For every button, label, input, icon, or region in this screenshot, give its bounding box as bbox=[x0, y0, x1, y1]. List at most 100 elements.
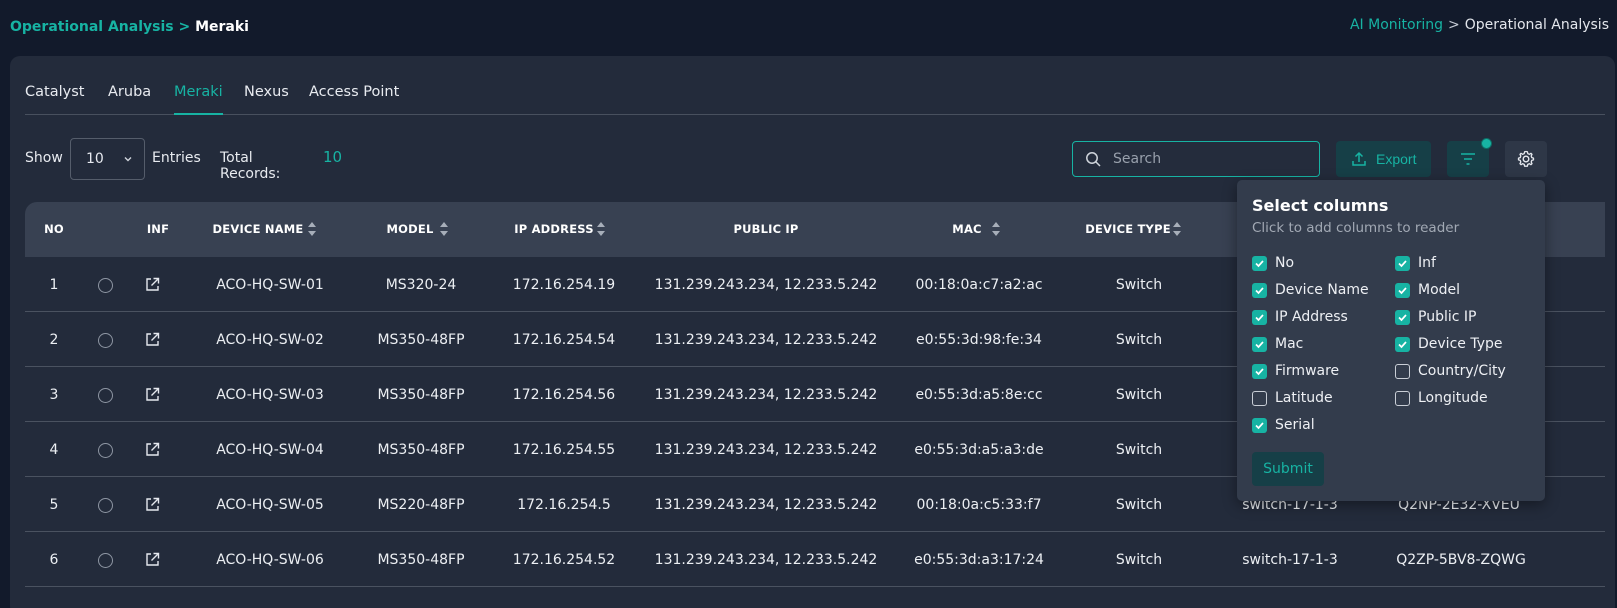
column-option-label: Serial bbox=[1275, 417, 1315, 433]
filter-icon bbox=[1461, 153, 1475, 165]
column-picker-subtitle: Click to add columns to reader bbox=[1252, 220, 1460, 236]
column-option-label: Inf bbox=[1418, 255, 1436, 271]
cell-no: 2 bbox=[49, 332, 59, 348]
column-option-label: Device Name bbox=[1275, 282, 1369, 298]
cell-public-ip: 131.239.243.234, 12.233.5.242 bbox=[654, 497, 878, 513]
checkbox-checked[interactable] bbox=[1252, 364, 1267, 379]
row-select-radio[interactable] bbox=[98, 443, 113, 458]
cell-device-name: ACO-HQ-SW-02 bbox=[216, 332, 324, 348]
show-label: Show bbox=[25, 150, 63, 166]
checkbox-checked[interactable] bbox=[1252, 337, 1267, 352]
breadcrumb-ai-monitoring-link[interactable]: AI Monitoring bbox=[1350, 17, 1443, 33]
row-select-radio[interactable] bbox=[98, 498, 113, 513]
search-icon bbox=[1086, 152, 1101, 167]
tab-access-point[interactable]: Access Point bbox=[309, 84, 399, 115]
external-link-icon[interactable] bbox=[145, 552, 160, 567]
breadcrumb-parent-link[interactable]: Operational Analysis bbox=[10, 19, 174, 35]
row-select-radio[interactable] bbox=[98, 278, 113, 293]
checkbox-unchecked[interactable] bbox=[1252, 391, 1267, 406]
search-input[interactable] bbox=[1113, 148, 1313, 170]
total-records-value: 10 bbox=[323, 148, 343, 166]
tab-catalyst[interactable]: Catalyst bbox=[25, 84, 84, 115]
row-select-radio[interactable] bbox=[98, 333, 113, 348]
checkbox-checked[interactable] bbox=[1252, 283, 1267, 298]
page-breadcrumb: AI Monitoring > Operational Analysis bbox=[1350, 17, 1609, 33]
cell-ip-address: 172.16.254.56 bbox=[512, 387, 616, 403]
cell-device-name: ACO-HQ-SW-06 bbox=[216, 552, 324, 568]
submit-button[interactable]: Submit bbox=[1252, 452, 1324, 486]
cell-device-type: Switch bbox=[1115, 387, 1163, 403]
cell-mac: 00:18:0a:c7:a2:ac bbox=[915, 277, 1043, 293]
cell-device-type: Switch bbox=[1115, 497, 1163, 513]
sort-icon[interactable] bbox=[596, 221, 606, 237]
cell-no: 5 bbox=[49, 497, 59, 513]
cell-device-name: ACO-HQ-SW-03 bbox=[216, 387, 324, 403]
cell-device-type: Switch bbox=[1115, 552, 1163, 568]
checkbox-checked[interactable] bbox=[1395, 256, 1410, 271]
cell-ip-address: 172.16.254.5 bbox=[517, 497, 611, 513]
column-option-label: Firmware bbox=[1275, 363, 1340, 379]
table-row[interactable]: 6 ACO-HQ-SW-06 MS350-48FP 172.16.254.52 … bbox=[25, 532, 1605, 587]
checkmark-icon bbox=[1255, 422, 1264, 430]
column-picker-popup: Select columns Click to add columns to r… bbox=[1237, 180, 1545, 501]
external-link-icon[interactable] bbox=[145, 387, 160, 402]
cell-public-ip: 131.239.243.234, 12.233.5.242 bbox=[654, 277, 878, 293]
cell-no: 6 bbox=[49, 552, 59, 568]
checkbox-checked[interactable] bbox=[1252, 256, 1267, 271]
checkbox-checked[interactable] bbox=[1395, 310, 1410, 325]
cell-firmware: switch-17-1-3 bbox=[1242, 552, 1338, 568]
column-option-label: Model bbox=[1418, 282, 1461, 298]
checkmark-icon bbox=[1255, 314, 1264, 322]
cell-device-type: Switch bbox=[1115, 442, 1163, 458]
sort-icon[interactable] bbox=[1172, 221, 1182, 237]
cell-device-name: ACO-HQ-SW-01 bbox=[216, 277, 324, 293]
cell-mac: 00:18:0a:c5:33:f7 bbox=[916, 497, 1042, 513]
checkbox-unchecked[interactable] bbox=[1395, 364, 1410, 379]
column-option-label: Longitude bbox=[1418, 390, 1488, 406]
checkmark-icon bbox=[1255, 287, 1264, 295]
cell-ip-address: 172.16.254.54 bbox=[512, 332, 616, 348]
export-button[interactable]: Export bbox=[1336, 141, 1431, 177]
external-link-icon[interactable] bbox=[145, 277, 160, 292]
cell-ip-address: 172.16.254.52 bbox=[512, 552, 616, 568]
cell-model: MS350-48FP bbox=[377, 552, 465, 568]
row-select-radio[interactable] bbox=[98, 553, 113, 568]
checkbox-checked[interactable] bbox=[1395, 283, 1410, 298]
column-option-label: No bbox=[1275, 255, 1295, 271]
cell-model: MS320-24 bbox=[385, 277, 457, 293]
checkmark-icon bbox=[1255, 341, 1264, 349]
top-bar: Operational Analysis > Meraki AI Monitor… bbox=[0, 0, 1617, 56]
column-option-label: Mac bbox=[1275, 336, 1304, 352]
filter-active-indicator bbox=[1481, 138, 1492, 149]
column-option-label: Device Type bbox=[1418, 336, 1503, 352]
checkbox-checked[interactable] bbox=[1252, 418, 1267, 433]
column-option-label: Public IP bbox=[1418, 309, 1477, 325]
cell-device-name: ACO-HQ-SW-05 bbox=[216, 497, 324, 513]
sort-icon[interactable] bbox=[439, 221, 449, 237]
column-settings-button[interactable] bbox=[1505, 141, 1547, 177]
checkbox-unchecked[interactable] bbox=[1395, 391, 1410, 406]
tab-aruba[interactable]: Aruba bbox=[108, 84, 151, 115]
column-option-label: Latitude bbox=[1275, 390, 1333, 406]
checkmark-icon bbox=[1398, 341, 1407, 349]
page-size-select[interactable]: 10 bbox=[70, 138, 145, 180]
column-option-label: IP Address bbox=[1275, 309, 1348, 325]
cell-public-ip: 131.239.243.234, 12.233.5.242 bbox=[654, 442, 878, 458]
external-link-icon[interactable] bbox=[145, 497, 160, 512]
cell-device-name: ACO-HQ-SW-04 bbox=[216, 442, 324, 458]
tab-nexus[interactable]: Nexus bbox=[244, 84, 289, 115]
row-select-radio[interactable] bbox=[98, 388, 113, 403]
breadcrumb-current: Meraki bbox=[195, 19, 249, 35]
total-records-label: Total Records: bbox=[220, 150, 281, 182]
breadcrumb-separator: > bbox=[1447, 17, 1460, 33]
sort-icon[interactable] bbox=[991, 221, 1001, 237]
tab-meraki[interactable]: Meraki bbox=[174, 84, 223, 115]
external-link-icon[interactable] bbox=[145, 332, 160, 347]
checkbox-checked[interactable] bbox=[1252, 310, 1267, 325]
vendor-tabs: Catalyst Aruba Meraki Nexus Access Point bbox=[25, 84, 1605, 115]
checkbox-checked[interactable] bbox=[1395, 337, 1410, 352]
cell-model: MS220-48FP bbox=[377, 497, 465, 513]
sort-icon[interactable] bbox=[307, 221, 317, 237]
cell-mac: e0:55:3d:98:fe:34 bbox=[916, 332, 1042, 348]
external-link-icon[interactable] bbox=[145, 442, 160, 457]
